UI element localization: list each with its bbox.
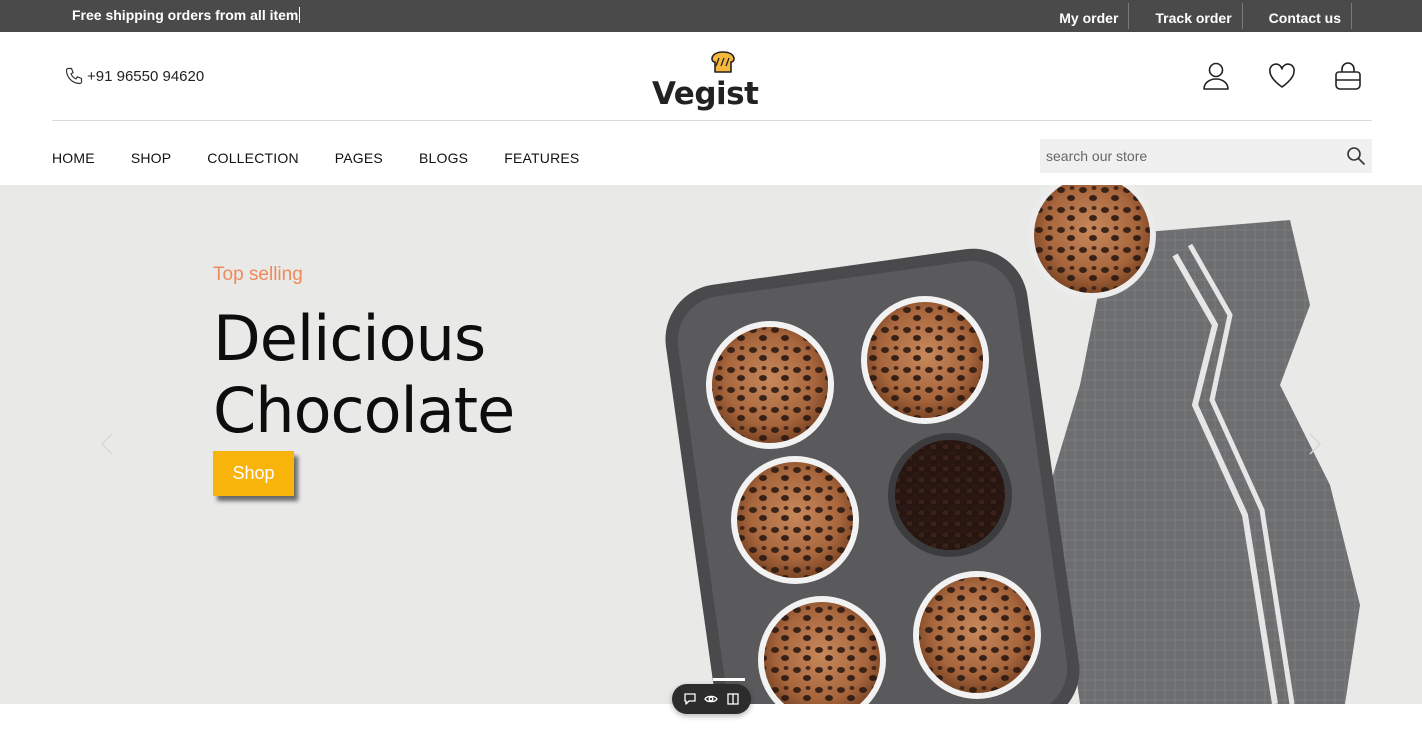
promo-text-container: Free shipping orders from all item bbox=[72, 7, 301, 23]
nav-pages[interactable]: PAGES bbox=[335, 150, 383, 166]
preview-button[interactable] bbox=[703, 691, 719, 707]
site-logo[interactable]: Vegist bbox=[652, 48, 762, 112]
nav-features[interactable]: FEATURES bbox=[504, 150, 579, 166]
heart-icon bbox=[1269, 63, 1295, 88]
nav-home[interactable]: HOME bbox=[52, 150, 95, 166]
phone-number: +91 96550 94620 bbox=[87, 67, 205, 85]
promo-text: Free shipping orders from all item bbox=[72, 7, 299, 23]
topbar-links: My order Track order Contact us bbox=[1059, 0, 1352, 32]
announcement-bar: Free shipping orders from all item My or… bbox=[0, 0, 1422, 32]
search-icon[interactable] bbox=[1346, 146, 1366, 166]
site-header: +91 96550 94620 Vegist bbox=[0, 32, 1422, 120]
account-button[interactable] bbox=[1200, 60, 1232, 92]
phone-contact[interactable]: +91 96550 94620 bbox=[64, 66, 204, 86]
bread-logo-icon bbox=[711, 51, 735, 73]
header-divider bbox=[52, 120, 1372, 121]
eye-icon bbox=[704, 695, 719, 703]
panel-button[interactable] bbox=[725, 691, 741, 707]
nav-collection[interactable]: COLLECTION bbox=[207, 150, 298, 166]
phone-icon bbox=[65, 67, 83, 85]
wishlist-button[interactable] bbox=[1266, 60, 1298, 92]
cart-button[interactable] bbox=[1332, 60, 1364, 92]
nav-shop[interactable]: SHOP bbox=[131, 150, 171, 166]
logo-wordmark: Vegist bbox=[652, 76, 759, 112]
floating-toolbar bbox=[672, 684, 751, 714]
hero-title: Delicious Chocolate bbox=[213, 302, 515, 447]
text-caret bbox=[299, 7, 301, 23]
search-bar bbox=[1040, 139, 1372, 173]
track-order-link[interactable]: Track order bbox=[1155, 3, 1243, 29]
user-icon bbox=[1203, 62, 1229, 90]
hero-title-line-2: Chocolate bbox=[213, 374, 515, 447]
contact-us-link[interactable]: Contact us bbox=[1269, 3, 1352, 29]
slider-indicator[interactable] bbox=[713, 678, 745, 681]
chevron-right-icon[interactable] bbox=[1308, 432, 1322, 456]
chevron-left-icon[interactable] bbox=[100, 432, 114, 456]
main-nav: HOME SHOP COLLECTION PAGES BLOGS FEATURE… bbox=[52, 150, 615, 166]
shop-button[interactable]: Shop bbox=[213, 451, 294, 496]
hero-title-line-1: Delicious bbox=[213, 302, 486, 375]
comment-icon bbox=[684, 693, 696, 705]
search-input[interactable] bbox=[1040, 139, 1330, 173]
panel-icon bbox=[727, 693, 739, 705]
hero-slider: Top selling Delicious Chocolate Shop bbox=[0, 185, 1422, 704]
my-order-link[interactable]: My order bbox=[1059, 3, 1130, 29]
nav-blogs[interactable]: BLOGS bbox=[419, 150, 468, 166]
comment-button[interactable] bbox=[682, 691, 698, 707]
shopping-bag-icon bbox=[1335, 62, 1361, 90]
hero-kicker: Top selling bbox=[213, 264, 303, 285]
header-actions bbox=[1166, 60, 1364, 92]
